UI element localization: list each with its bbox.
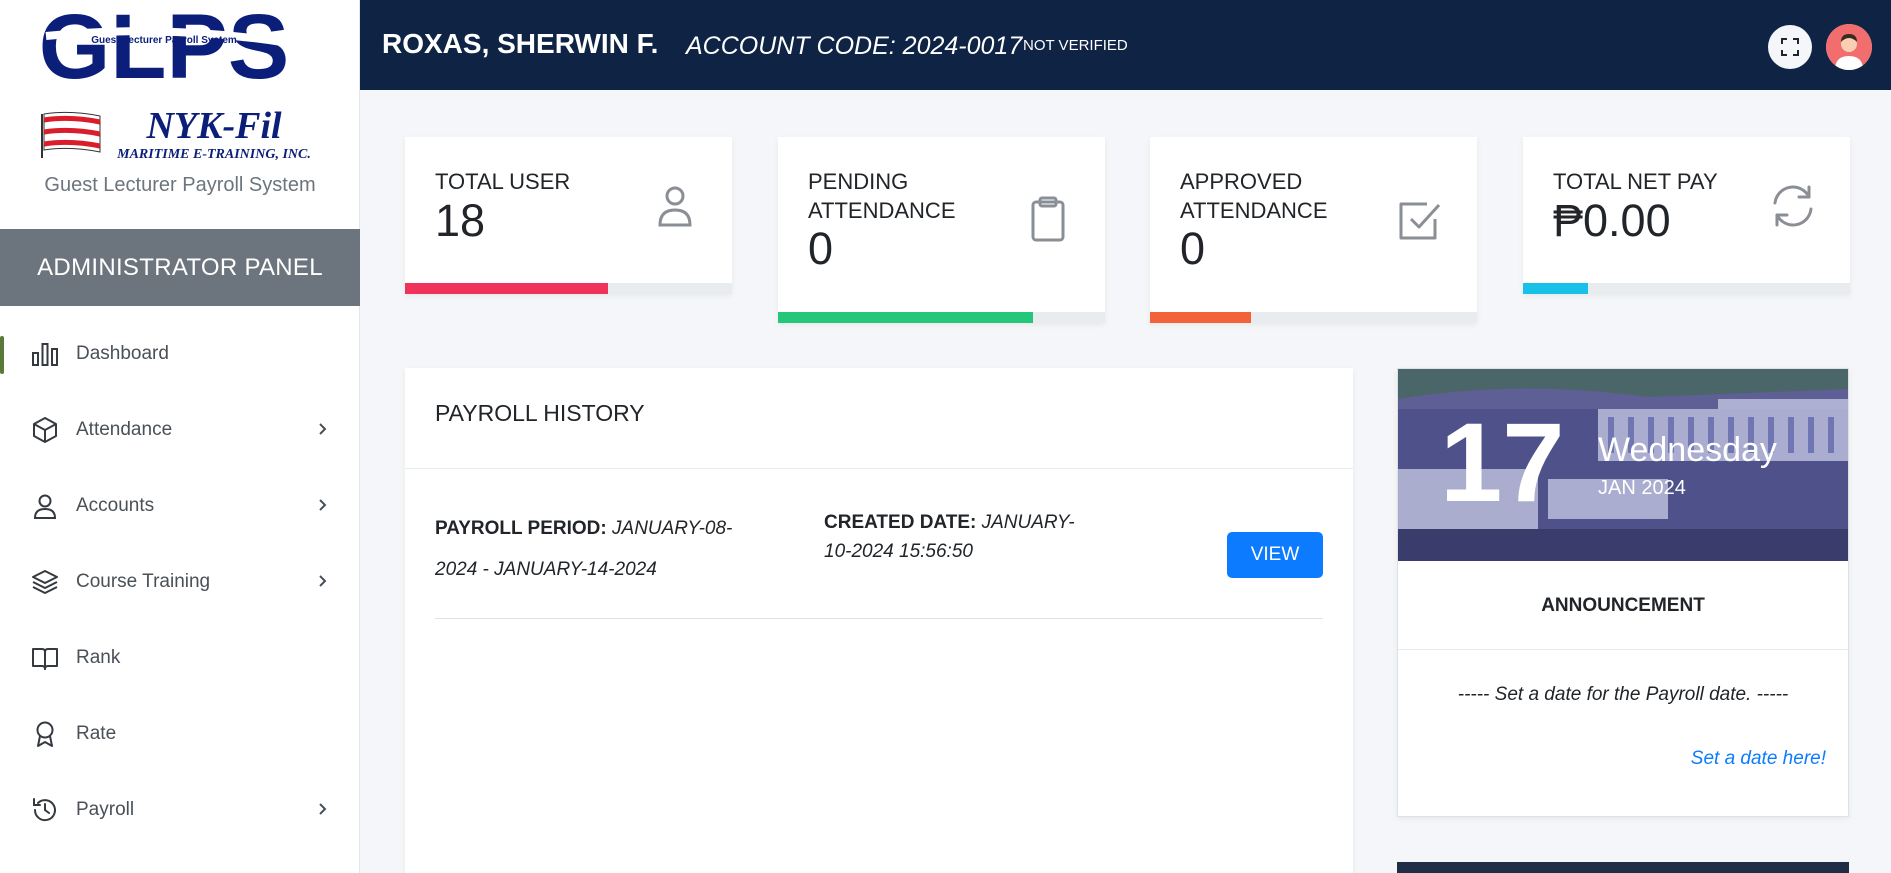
table-row: PAYROLL PERIOD: JANUARY-08-2024 - JANUAR… <box>435 508 1323 588</box>
row-separator <box>435 618 1323 619</box>
set-date-link[interactable]: Set a date here! <box>1691 748 1826 770</box>
sidebar-item-rank[interactable]: Rank <box>0 620 360 696</box>
created-date: CREATED DATE: JANUARY-10-2024 15:56:50 <box>824 508 1084 566</box>
book-icon <box>30 643 60 673</box>
calendar-day: 17 <box>1440 400 1565 525</box>
progress-fill <box>405 283 608 294</box>
progress-fill <box>1523 283 1589 294</box>
stat-card-approved-attendance: APPROVED ATTENDANCE 0 <box>1150 137 1477 323</box>
brand-area: GLPS Guest Lecturer Payroll System NYK-F… <box>0 0 359 229</box>
nyk-fil-logo: NYK-Fil MARITIME E-TRAINING, INC. <box>41 108 311 162</box>
campus-banner-image: 17 Wednesday JAN 2024 <box>1398 369 1848 561</box>
user-icon <box>658 186 692 227</box>
payroll-period-label: PAYROLL PERIOD: <box>435 518 607 539</box>
account-code: ACCOUNT CODE: 2024-0017 <box>686 32 1023 60</box>
verification-status: NOT VERIFIED <box>1023 37 1128 54</box>
sidebar-item-label: Payroll <box>76 799 135 820</box>
stat-value: 0 <box>808 223 834 274</box>
announcement-card: 17 Wednesday JAN 2024 ANNOUNCEMENT -----… <box>1397 368 1849 817</box>
stat-value: 0 <box>1180 223 1206 274</box>
panel-title: ADMINISTRATOR PANEL <box>0 229 360 306</box>
sidebar-item-accounts[interactable]: Accounts <box>0 468 360 544</box>
sidebar-item-label: Rate <box>76 723 117 744</box>
stat-label: PENDING ATTENDANCE <box>808 169 956 223</box>
payroll-history-title: PAYROLL HISTORY <box>435 400 645 426</box>
divider <box>1398 649 1848 650</box>
sidebar-item-label: Attendance <box>76 419 173 440</box>
progress-fill <box>1150 312 1252 323</box>
stat-card-total-user: TOTAL USER 18 <box>405 137 732 294</box>
check-square-icon <box>1399 202 1441 240</box>
sidebar-item-label: Rank <box>76 647 121 668</box>
announcement-title: ANNOUNCEMENT <box>1541 595 1705 616</box>
layers-icon <box>30 567 60 597</box>
stat-value: 18 <box>435 195 486 246</box>
fullscreen-icon <box>1781 38 1799 56</box>
progress-fill <box>778 312 1034 323</box>
chevron-right-icon <box>319 423 327 435</box>
refresh-icon <box>1773 185 1813 227</box>
progress-bar <box>778 312 1105 323</box>
user-icon <box>30 491 60 521</box>
app-root: GLPS Guest Lecturer Payroll System NYK-F… <box>0 0 1891 873</box>
next-card-peek <box>1397 862 1849 873</box>
sidebar-item-attendance[interactable]: Attendance <box>0 392 360 468</box>
progress-bar <box>1150 312 1477 323</box>
calendar-month: JAN 2024 <box>1598 477 1686 499</box>
chevron-right-icon <box>319 575 327 587</box>
sidebar-item-label: Accounts <box>76 495 155 516</box>
company-logo-text: NYK-Fil <box>145 108 282 147</box>
avatar[interactable] <box>1826 24 1872 70</box>
created-date-label: CREATED DATE: <box>824 512 977 533</box>
award-icon <box>30 719 60 749</box>
brand-subtitle: Guest Lecturer Payroll System <box>44 174 316 196</box>
progress-bar <box>405 283 732 294</box>
sidebar-item-course-training[interactable]: Course Training <box>0 544 360 620</box>
sidebar-item-payroll[interactable]: Payroll <box>0 772 360 848</box>
divider <box>405 468 1353 469</box>
sidebar: GLPS Guest Lecturer Payroll System NYK-F… <box>0 0 360 873</box>
user-avatar-icon <box>1826 24 1872 70</box>
payroll-history-card: PAYROLL HISTORY PAYROLL PERIOD: JANUARY-… <box>405 368 1353 873</box>
glps-logo: GLPS Guest Lecturer Payroll System <box>39 2 289 88</box>
sidebar-item-rate[interactable]: Rate <box>0 696 360 772</box>
chevron-right-icon <box>319 803 327 815</box>
sidebar-item-label: Course Training <box>76 571 211 592</box>
announcement-message: ----- Set a date for the Payroll date. -… <box>1457 684 1789 705</box>
stat-label: APPROVED ATTENDANCE <box>1180 169 1328 223</box>
stat-label: TOTAL NET PAY <box>1553 169 1718 194</box>
stat-card-total-net-pay: TOTAL NET PAY ₱0.00 <box>1523 137 1850 294</box>
history-icon <box>30 795 60 825</box>
calendar-weekday: Wednesday <box>1598 431 1777 469</box>
stat-card-pending-attendance: PENDING ATTENDANCE 0 <box>778 137 1105 323</box>
user-name: ROXAS, SHERWIN F. <box>382 28 659 59</box>
stat-label: TOTAL USER <box>435 169 571 194</box>
sidebar-nav: Dashboard Attendance Accounts Course Tra… <box>0 316 360 848</box>
fullscreen-button[interactable] <box>1768 25 1812 69</box>
box-icon <box>30 415 60 445</box>
sidebar-item-dashboard[interactable]: Dashboard <box>0 316 360 392</box>
payroll-period: PAYROLL PERIOD: JANUARY-08-2024 - JANUAR… <box>435 508 755 590</box>
company-sub: MARITIME E-TRAINING, INC. <box>116 147 311 162</box>
bar-chart-icon <box>30 339 60 369</box>
progress-bar <box>1523 283 1850 294</box>
chevron-right-icon <box>319 499 327 511</box>
logo-tagline: Guest Lecturer Payroll System <box>91 35 237 46</box>
top-navbar: ROXAS, SHERWIN F. ACCOUNT CODE: 2024-001… <box>360 0 1891 90</box>
stat-value: ₱0.00 <box>1553 195 1671 246</box>
sidebar-item-label: Dashboard <box>76 343 169 364</box>
view-button[interactable]: VIEW <box>1227 532 1323 578</box>
clipboard-icon <box>1031 196 1065 242</box>
